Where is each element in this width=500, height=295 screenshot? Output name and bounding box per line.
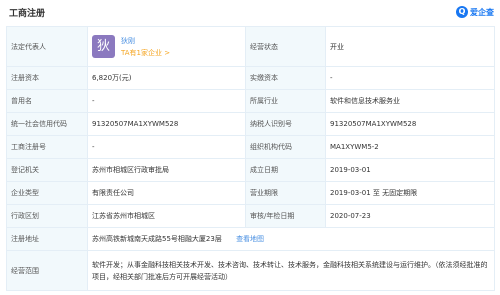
authority-label: 登记机关 (6, 158, 88, 182)
view-map-link[interactable]: 查看地图 (236, 235, 264, 243)
address-value: 苏州高铁新城南天成路55号相融大厦23层 (92, 235, 222, 243)
table-row: 行政区划 江苏省苏州市相城区 审核/年检日期 2020-07-23 (6, 204, 495, 228)
capital-label: 注册资本 (6, 66, 88, 90)
legal-rep-name-link[interactable]: 狄刚 (121, 36, 170, 46)
paid-capital-label: 实缴资本 (245, 66, 326, 90)
brand-logo[interactable]: Q 爱企查 (456, 6, 494, 18)
table-row: 法定代表人 狄 狄刚 TA有1家企业 > 经营状态 开业 (6, 26, 495, 67)
table-row: 经营范围 软件开发；从事金融科技相关技术开发、技术咨询、技术转让、技术服务，金融… (6, 250, 495, 291)
reg-number-value: - (87, 135, 246, 159)
table-row: 注册地址 苏州高铁新城南天成路55号相融大厦23层 查看地图 (6, 227, 495, 251)
authority-value: 苏州市相城区行政审批局 (87, 158, 246, 182)
credit-code-label: 统一社会信用代码 (6, 112, 88, 136)
legal-rep-cell: 狄 狄刚 TA有1家企业 > (87, 26, 246, 67)
scope-value: 软件开发；从事金融科技相关技术开发、技术咨询、技术转让、技术服务，金融科技相关系… (87, 250, 495, 291)
address-label: 注册地址 (6, 227, 88, 251)
former-name-label: 曾用名 (6, 89, 88, 113)
org-code-value: MA1XYWM5-2 (325, 135, 495, 159)
status-value: 开业 (325, 26, 495, 67)
approval-date-value: 2020-07-23 (325, 204, 495, 228)
paid-capital-value: - (325, 66, 495, 90)
established-value: 2019-03-01 (325, 158, 495, 182)
business-term-value: 2019-03-01 至 无固定期限 (325, 181, 495, 205)
registration-table: 法定代表人 狄 狄刚 TA有1家企业 > 经营状态 开业 注册资本 6,820万… (6, 26, 495, 291)
legal-rep-label: 法定代表人 (6, 26, 88, 67)
table-row: 登记机关 苏州市相城区行政审批局 成立日期 2019-03-01 (6, 158, 495, 182)
capital-value: 6,820万(元) (87, 66, 246, 90)
brand-icon: Q (456, 6, 468, 18)
industry-value: 软件和信息技术服务业 (325, 89, 495, 113)
industry-label: 所属行业 (245, 89, 326, 113)
table-row: 注册资本 6,820万(元) 实缴资本 - (6, 66, 495, 90)
company-type-label: 企业类型 (6, 181, 88, 205)
section-title: 工商注册 (9, 9, 46, 19)
table-row: 曾用名 - 所属行业 软件和信息技术服务业 (6, 89, 495, 113)
established-label: 成立日期 (245, 158, 326, 182)
credit-code-value: 91320507MA1XYWM528 (87, 112, 246, 136)
reg-number-label: 工商注册号 (6, 135, 88, 159)
section-header: 工商注册 Q 爱企查 (0, 0, 500, 26)
brand-name: 爱企查 (470, 7, 494, 17)
scope-label: 经营范围 (6, 250, 88, 291)
company-type-value: 有限责任公司 (87, 181, 246, 205)
table-row: 工商注册号 - 组织机构代码 MA1XYWM5-2 (6, 135, 495, 159)
legal-rep-companies-link[interactable]: TA有1家企业 > (121, 48, 170, 58)
approval-date-label: 审核/年检日期 (245, 204, 326, 228)
region-value: 江苏省苏州市相城区 (87, 204, 246, 228)
former-name-value: - (87, 89, 246, 113)
avatar[interactable]: 狄 (92, 35, 115, 58)
status-label: 经营状态 (245, 26, 326, 67)
org-code-label: 组织机构代码 (245, 135, 326, 159)
address-cell: 苏州高铁新城南天成路55号相融大厦23层 查看地图 (87, 227, 495, 251)
table-row: 企业类型 有限责任公司 营业期限 2019-03-01 至 无固定期限 (6, 181, 495, 205)
tax-id-label: 纳税人识别号 (245, 112, 326, 136)
table-row: 统一社会信用代码 91320507MA1XYWM528 纳税人识别号 91320… (6, 112, 495, 136)
tax-id-value: 91320507MA1XYWM528 (325, 112, 495, 136)
business-term-label: 营业期限 (245, 181, 326, 205)
region-label: 行政区划 (6, 204, 88, 228)
